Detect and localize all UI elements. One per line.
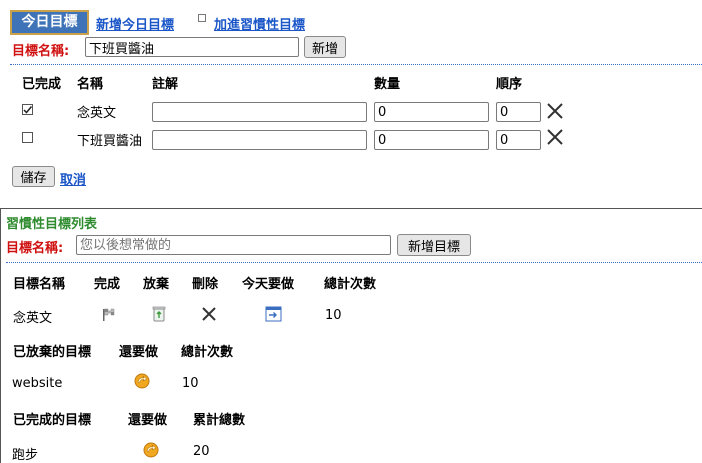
note-input[interactable] [152, 102, 367, 122]
close-icon[interactable] [545, 101, 565, 121]
save-button[interactable]: 儲存 [12, 166, 55, 187]
completed-total-count: 20 [193, 444, 210, 459]
completed-goal-name: 跑步 [12, 448, 39, 463]
abandoned-goal-name: website [12, 376, 63, 391]
done-checkbox[interactable] [22, 104, 33, 115]
col-header-cumulative-total: 累計總數 [193, 413, 246, 428]
col-header-completed-goal: 已完成的目標 [13, 413, 92, 428]
quantity-input[interactable] [374, 130, 489, 150]
note-input[interactable] [152, 130, 367, 150]
col-header-quantity: 數量 [374, 77, 401, 92]
divider [10, 64, 702, 65]
recycle-bin-icon[interactable] [151, 305, 167, 323]
col-header-done: 已完成 [22, 77, 62, 92]
redo-arrow-icon[interactable] [133, 372, 151, 390]
add-habit-goal-link[interactable]: 加進習慣性目標 [214, 14, 305, 33]
col-header-today: 今天要做 [242, 277, 295, 292]
col-header-total: 總計次數 [181, 345, 234, 360]
goal-name-label: 目標名稱: [12, 44, 70, 59]
order-input[interactable] [496, 130, 541, 150]
col-header-order: 順序 [496, 77, 523, 92]
close-icon[interactable] [200, 305, 218, 323]
col-header-abandoned-goal: 已放棄的目標 [13, 345, 92, 360]
goal-name: 下班買醬油 [77, 134, 143, 149]
col-header-goal-name: 目標名稱 [13, 277, 66, 292]
col-header-delete: 刪除 [192, 277, 219, 292]
order-input[interactable] [496, 102, 541, 122]
add-habit-goal-button[interactable]: 新增目標 [397, 234, 471, 256]
col-header-still-do: 還要做 [128, 413, 168, 428]
redo-arrow-icon[interactable] [142, 441, 160, 459]
done-checkbox[interactable] [22, 132, 33, 143]
col-header-still-do: 還要做 [119, 345, 159, 360]
new-today-goal-link[interactable]: 新增今日目標 [96, 14, 174, 33]
check-icon [23, 106, 33, 114]
col-header-total: 總計次數 [324, 277, 377, 292]
calendar-arrow-icon[interactable] [265, 306, 282, 322]
habit-goal-name-label: 目標名稱: [6, 241, 64, 256]
cancel-link[interactable]: 取消 [60, 169, 86, 188]
divider [6, 262, 702, 263]
tab-today-goals[interactable]: 今日目標 [10, 10, 89, 35]
collapse-icon[interactable] [198, 14, 206, 22]
habit-goal-name-input[interactable] [76, 235, 391, 255]
close-icon[interactable] [545, 127, 565, 147]
habit-goal-name: 念英文 [13, 311, 53, 326]
quantity-input[interactable] [374, 102, 489, 122]
habit-total-count: 10 [325, 308, 342, 323]
flag-icon[interactable] [101, 306, 117, 322]
goal-name: 念英文 [77, 106, 117, 121]
col-header-note: 註解 [152, 77, 179, 92]
col-header-name: 名稱 [77, 77, 104, 92]
add-button[interactable]: 新增 [304, 36, 346, 58]
goal-name-input[interactable] [85, 37, 299, 57]
habit-list-title: 習慣性目標列表 [6, 217, 98, 232]
col-header-abandon: 放棄 [143, 277, 170, 292]
col-header-complete: 完成 [94, 277, 121, 292]
abandoned-total-count: 10 [182, 376, 199, 391]
